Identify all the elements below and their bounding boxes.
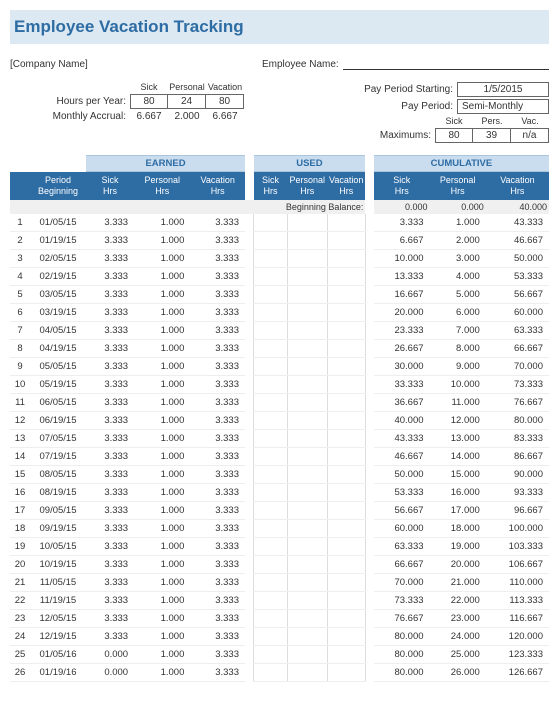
pay-period[interactable]: Semi-Monthly xyxy=(457,99,549,114)
table-row: 1508/05/153.3331.0003.33350.00015.00090.… xyxy=(10,465,549,483)
max-sick[interactable]: 80 xyxy=(435,128,473,143)
page-title: Employee Vacation Tracking xyxy=(10,10,549,44)
col-earned-sick: SickHrs xyxy=(86,172,134,200)
bb-sick: 0.000 xyxy=(374,200,430,214)
table-row: 905/05/153.3331.0003.33330.0009.00070.00… xyxy=(10,357,549,375)
table-row: 704/05/153.3331.0003.33323.3337.00063.33… xyxy=(10,321,549,339)
hpy-personal[interactable]: 24 xyxy=(168,94,206,109)
table-row: 1307/05/153.3331.0003.33343.33313.00083.… xyxy=(10,429,549,447)
bb-personal: 0.000 xyxy=(430,200,486,214)
ma-vacation: 6.667 xyxy=(206,111,244,122)
max-vac-header: Vac. xyxy=(511,116,549,126)
beginning-balance-label: Beginning Balance: xyxy=(10,200,365,214)
max-sick-header: Sick xyxy=(435,116,473,126)
col-cum-personal: PersonalHrs xyxy=(430,172,486,200)
table-row: 1106/05/153.3331.0003.33336.66711.00076.… xyxy=(10,393,549,411)
employee-name-input[interactable] xyxy=(343,58,549,70)
table-row: 1709/05/153.3331.0003.33356.66717.00096.… xyxy=(10,501,549,519)
table-row: 302/05/153.3331.0003.33310.0003.00050.00… xyxy=(10,249,549,267)
max-personal[interactable]: 39 xyxy=(473,128,511,143)
table-row: 1608/19/153.3331.0003.33353.33316.00093.… xyxy=(10,483,549,501)
table-row: 2312/05/153.3331.0003.33376.66723.000116… xyxy=(10,609,549,627)
col-earned-vacation: VacationHrs xyxy=(190,172,245,200)
table-row: 2412/19/153.3331.0003.33380.00024.000120… xyxy=(10,627,549,645)
max-vacation[interactable]: n/a xyxy=(511,128,549,143)
col-used-personal: PersonalHrs xyxy=(288,172,328,200)
max-pers-header: Pers. xyxy=(473,116,511,126)
table-row: 201/19/153.3331.0003.3336.6672.00046.667 xyxy=(10,231,549,249)
col-cum-sick: SickHrs xyxy=(374,172,430,200)
pay-period-starting-label: Pay Period Starting: xyxy=(292,84,457,95)
monthly-accrual-label: Monthly Accrual: xyxy=(10,111,130,122)
table-row: 1910/05/153.3331.0003.33363.33319.000103… xyxy=(10,537,549,555)
company-name: [Company Name] xyxy=(10,59,262,70)
hpy-sick[interactable]: 80 xyxy=(130,94,168,109)
table-row: 2010/19/153.3331.0003.33366.66720.000106… xyxy=(10,555,549,573)
table-row: 2111/05/153.3331.0003.33370.00021.000110… xyxy=(10,573,549,591)
table-row: 2601/19/160.0001.0003.33380.00026.000126… xyxy=(10,663,549,681)
table-row: 1809/19/153.3331.0003.33360.00018.000100… xyxy=(10,519,549,537)
col-cum-vacation: VacationHrs xyxy=(486,172,549,200)
hours-per-year-label: Hours per Year: xyxy=(10,96,130,107)
table-row: 2211/19/153.3331.0003.33373.33322.000113… xyxy=(10,591,549,609)
employee-name-label: Employee Name: xyxy=(262,59,339,70)
table-row: 2501/05/160.0001.0003.33380.00025.000123… xyxy=(10,645,549,663)
table-row: 402/19/153.3331.0003.33313.3334.00053.33… xyxy=(10,267,549,285)
sick-header: Sick xyxy=(130,82,168,92)
vacation-header: Vacation xyxy=(206,82,244,92)
cumulative-header: CUMULATIVE xyxy=(374,156,549,172)
earned-header: EARNED xyxy=(86,156,245,172)
table-row: 603/19/153.3331.0003.33320.0006.00060.00… xyxy=(10,303,549,321)
tracking-table: EARNED USED CUMULATIVE PeriodBeginning S… xyxy=(10,155,549,682)
pay-period-label: Pay Period: xyxy=(292,101,457,112)
col-earned-personal: PersonalHrs xyxy=(134,172,190,200)
pay-period-starting[interactable]: 1/5/2015 xyxy=(457,82,549,97)
col-used-sick: SickHrs xyxy=(254,172,288,200)
ma-personal: 2.000 xyxy=(168,111,206,122)
col-period: PeriodBeginning xyxy=(30,172,86,200)
col-used-vacation: VacationHrs xyxy=(327,172,365,200)
table-row: 503/05/153.3331.0003.33316.6675.00056.66… xyxy=(10,285,549,303)
table-row: 1206/19/153.3331.0003.33340.00012.00080.… xyxy=(10,411,549,429)
personal-header: Personal xyxy=(168,82,206,92)
used-header: USED xyxy=(254,156,366,172)
maximums-label: Maximums: xyxy=(292,130,435,141)
table-row: 1005/19/153.3331.0003.33333.33310.00073.… xyxy=(10,375,549,393)
table-row: 1407/19/153.3331.0003.33346.66714.00086.… xyxy=(10,447,549,465)
ma-sick: 6.667 xyxy=(130,111,168,122)
table-row: 804/19/153.3331.0003.33326.6678.00066.66… xyxy=(10,339,549,357)
table-row: 101/05/153.3331.0003.3333.3331.00043.333 xyxy=(10,214,549,232)
bb-vacation: 40.000 xyxy=(486,200,549,214)
hpy-vacation[interactable]: 80 xyxy=(206,94,244,109)
